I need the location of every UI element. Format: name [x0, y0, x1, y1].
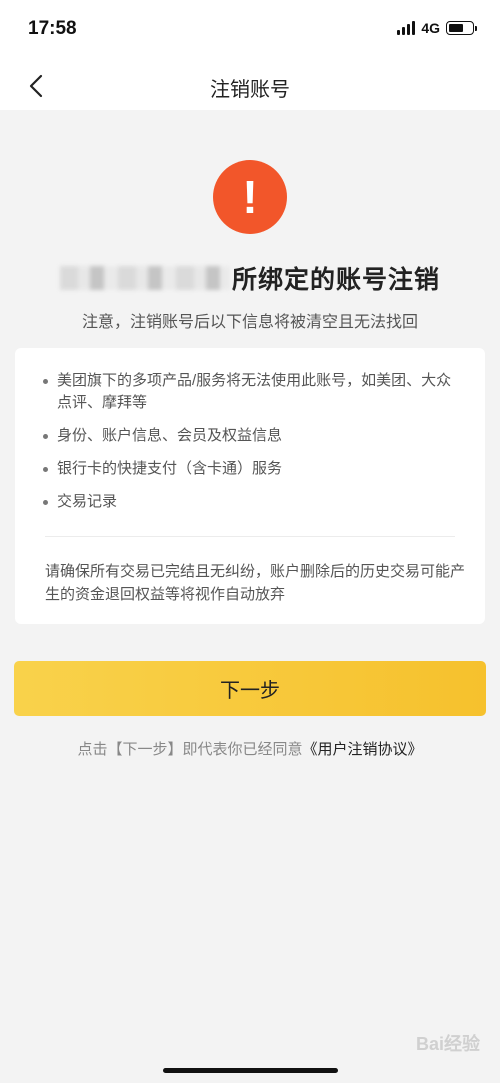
next-button[interactable]: 下一步 — [14, 661, 486, 716]
status-bar: 17:58 4G — [0, 0, 500, 60]
heading: 所绑定的账号注销 — [231, 266, 440, 294]
list-item: 银行卡的快捷支付（含卡通）服务 — [41, 458, 461, 480]
exclamation-icon: ! — [213, 160, 287, 234]
home-indicator[interactable] — [163, 1068, 338, 1073]
signal-icon — [397, 21, 416, 35]
page-title: 注销账号 — [210, 79, 290, 101]
status-indicators: 4G — [397, 20, 477, 36]
list-item: 身份、账户信息、会员及权益信息 — [41, 425, 461, 447]
list-item: 美团旗下的多项产品/服务将无法使用此账号，如美团、大众点评、摩拜等 — [41, 370, 461, 414]
status-time: 17:58 — [28, 18, 77, 39]
battery-icon — [446, 21, 477, 35]
agreement-link[interactable]: 《用户注销协议》 — [303, 741, 423, 758]
list-item: 交易记录 — [41, 491, 461, 513]
watermark: Bai经验 — [415, 1034, 480, 1054]
info-list: 美团旗下的多项产品/服务将无法使用此账号，如美团、大众点评、摩拜等 身份、账户信… — [41, 370, 461, 524]
divider — [45, 536, 455, 537]
agreement-prefix: 点击【下一步】即代表你已经同意 — [77, 741, 303, 758]
info-card: 美团旗下的多项产品/服务将无法使用此账号，如美团、大众点评、摩拜等 身份、账户信… — [15, 348, 485, 624]
redacted-account — [59, 266, 230, 290]
card-note: 请确保所有交易已完结且无纠纷，账户删除后的历史交易可能产生的资金退回权益等将视作… — [45, 563, 466, 603]
heading-row: 所绑定的账号注销 — [0, 258, 500, 298]
nav-bar: 注销账号 — [0, 60, 500, 110]
network-type: 4G — [421, 20, 440, 36]
subtitle: 注意，注销账号后以下信息将被清空且无法找回 — [81, 314, 418, 331]
agreement-text: 点击【下一步】即代表你已经同意《用户注销协议》 — [0, 738, 500, 759]
